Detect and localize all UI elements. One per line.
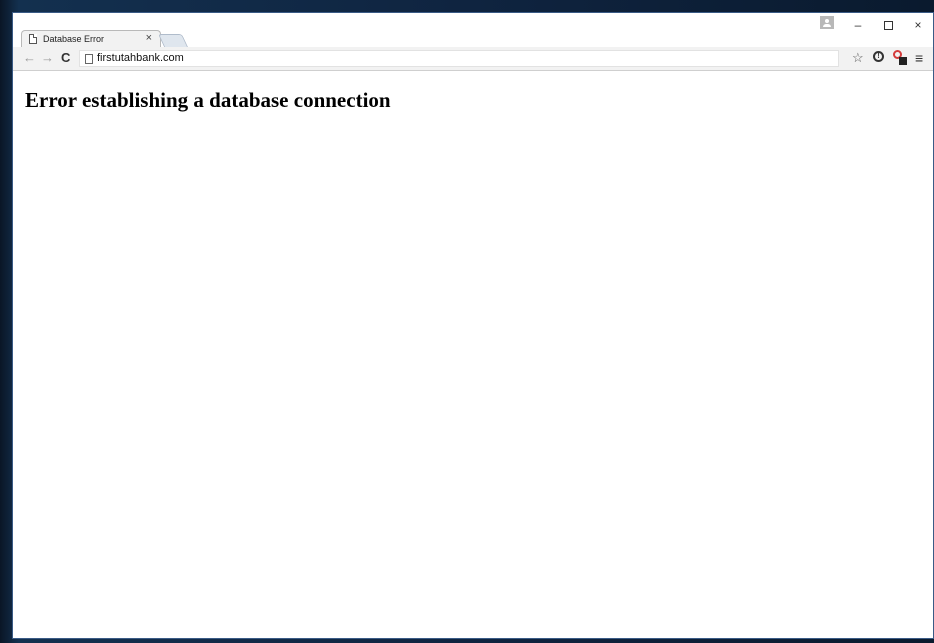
minimize-button[interactable]: –: [848, 17, 868, 33]
maximize-button[interactable]: [878, 17, 898, 33]
page-heading: Error establishing a database connection: [25, 88, 391, 112]
page-icon: [29, 34, 37, 44]
page-viewport: Error establishing a database connection: [13, 71, 933, 638]
maximize-icon: [883, 21, 893, 30]
forward-arrow-icon[interactable]: →: [41, 50, 54, 66]
back-arrow-icon[interactable]: ←: [23, 50, 36, 66]
title-bar: Database Error × – ×: [13, 13, 933, 48]
reload-icon[interactable]: C: [61, 50, 70, 66]
tab-close-icon[interactable]: ×: [146, 32, 152, 44]
hamburger-menu-icon[interactable]: ≡: [915, 50, 923, 66]
lock-shape: [899, 57, 907, 65]
page-icon: [85, 54, 93, 64]
tab-database-error[interactable]: Database Error ×: [21, 30, 161, 48]
info-icon[interactable]: !: [873, 51, 884, 62]
star-icon[interactable]: ☆: [852, 50, 864, 66]
close-window-button[interactable]: ×: [908, 17, 928, 33]
new-tab-button[interactable]: [157, 34, 189, 47]
browser-window: Database Error × – × ← → C firstutahbank…: [12, 12, 934, 639]
address-bar[interactable]: firstutahbank.com: [79, 50, 839, 67]
tab-title: Database Error: [43, 34, 105, 44]
url-text[interactable]: firstutahbank.com: [97, 52, 184, 64]
lock-extension-icon[interactable]: [893, 49, 909, 67]
browser-toolbar: ← → C firstutahbank.com ☆ ! ≡: [13, 47, 933, 71]
user-icon[interactable]: [820, 16, 834, 29]
